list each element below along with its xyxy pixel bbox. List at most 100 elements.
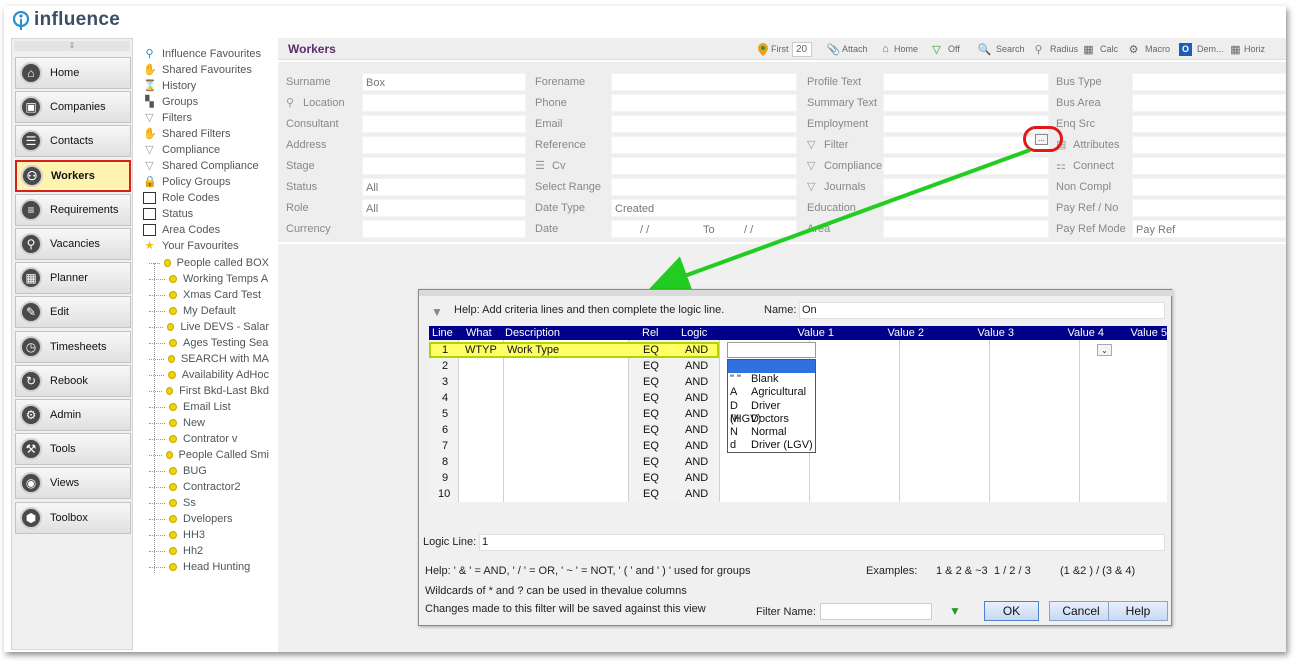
row-line-number[interactable]: 10 — [438, 486, 450, 502]
row-rel[interactable]: EQ — [643, 406, 659, 422]
field-input-email[interactable] — [611, 115, 797, 133]
dropdown-option[interactable]: A Agricultural — [730, 386, 814, 399]
field-input-forename[interactable] — [611, 73, 797, 91]
row-logic[interactable]: AND — [685, 406, 708, 422]
dem-button[interactable]: O Dem... — [1179, 40, 1224, 58]
tree-item[interactable]: ▚ Groups — [143, 94, 198, 110]
help-button[interactable]: Help — [1108, 601, 1168, 621]
field-input-summary-text[interactable] — [883, 94, 1049, 112]
favourite-item[interactable]: Contrator v — [149, 431, 269, 447]
column-header[interactable]: Value 5 — [1129, 326, 1168, 340]
dropdown-option[interactable]: N Normal — [730, 426, 814, 439]
tree-item[interactable]: ⌛ History — [143, 78, 196, 94]
field-input-phone[interactable] — [611, 94, 797, 112]
dropdown-option[interactable] — [730, 360, 814, 373]
row-logic[interactable]: AND — [685, 454, 708, 470]
favourite-item[interactable]: Hh2 — [149, 543, 269, 559]
row-line-number[interactable]: 4 — [442, 390, 448, 406]
date-from-input[interactable]: / / To / / — [611, 220, 797, 238]
tree-item[interactable]: ⚲ Influence Favourites — [143, 46, 261, 62]
tree-item[interactable]: ✋ Shared Filters — [143, 126, 230, 142]
nav-timesheets-button[interactable]: ◷ Timesheets — [15, 330, 131, 363]
field-input-pay-ref-no[interactable] — [1132, 199, 1286, 217]
favourite-item[interactable]: SEARCH with MA — [149, 351, 269, 367]
field-input-location[interactable] — [362, 94, 526, 112]
field-input-currency[interactable] — [362, 220, 526, 238]
filter-name-input[interactable] — [820, 603, 932, 620]
favourite-item[interactable]: Ss — [149, 495, 269, 511]
filter-off-button[interactable]: ▽ Off — [930, 40, 960, 58]
name-input[interactable]: On — [799, 302, 1165, 319]
row-rel[interactable]: EQ — [643, 374, 659, 390]
save-filter-icon[interactable]: ▼ — [949, 604, 961, 618]
nav-rebook-button[interactable]: ↻ Rebook — [15, 364, 131, 397]
field-input-profile-text[interactable] — [883, 73, 1049, 91]
field-input-employment[interactable] — [883, 115, 1049, 133]
row-what[interactable]: WTYP — [465, 342, 497, 358]
row-logic[interactable]: AND — [685, 470, 708, 486]
field-input-area[interactable] — [883, 220, 1049, 238]
radius-button[interactable]: ⚲ Radius — [1032, 40, 1078, 58]
nav-workers-button[interactable]: ⚇ Workers — [15, 159, 131, 192]
field-input-compliance[interactable] — [883, 157, 1049, 175]
nav-admin-button[interactable]: ⚙ Admin — [15, 399, 131, 431]
search-button[interactable]: 🔍 Search — [978, 40, 1025, 58]
field-input-address[interactable] — [362, 136, 526, 154]
field-input-journals[interactable] — [883, 178, 1049, 196]
favourite-item[interactable]: Head Hunting — [149, 559, 269, 575]
favourite-item[interactable]: My Default — [149, 303, 269, 319]
favourite-item[interactable]: Ages Testing Sea — [149, 335, 269, 351]
field-input-education[interactable] — [883, 199, 1049, 217]
row-logic[interactable]: AND — [685, 358, 708, 374]
favourite-item[interactable]: Availability AdHoc — [149, 367, 269, 383]
row-rel[interactable]: EQ — [643, 438, 659, 454]
row-logic[interactable]: AND — [685, 438, 708, 454]
column-header[interactable]: Value 1 — [769, 326, 835, 340]
row-rel[interactable]: EQ — [643, 486, 659, 502]
tree-item[interactable]: ☐ Status — [143, 206, 193, 222]
row-rel[interactable]: EQ — [643, 422, 659, 438]
row-line-number[interactable]: 5 — [442, 406, 448, 422]
nav-companies-button[interactable]: ▣ Companies — [15, 91, 131, 124]
row-rel[interactable]: EQ — [643, 470, 659, 486]
tree-item[interactable]: ☐ Area Codes — [143, 222, 220, 238]
nav-vacancies-button[interactable]: ⚲ Vacancies — [15, 228, 131, 260]
column-header[interactable]: Rel — [642, 326, 659, 340]
nav-requirements-button[interactable]: ≡ Requirements — [15, 193, 131, 226]
field-input-bus-type[interactable] — [1132, 73, 1286, 91]
tree-item[interactable]: 🔒 Policy Groups — [143, 174, 230, 190]
nav-tools-button[interactable]: ⚒ Tools — [15, 433, 131, 466]
attach-button[interactable]: 📎 Attach — [827, 40, 868, 58]
nav-toolbox-button[interactable]: ⬢ Toolbox — [15, 501, 131, 534]
row-rel[interactable]: EQ — [643, 358, 659, 374]
field-input-connect[interactable] — [1132, 157, 1286, 175]
nav-edit-button[interactable]: ✎ Edit — [15, 296, 131, 329]
row-line-number[interactable]: 1 — [442, 342, 448, 358]
tree-item[interactable]: ▽ Filters — [143, 110, 192, 126]
field-input-select-range[interactable] — [611, 178, 797, 196]
favourite-item[interactable]: Dvelopers — [149, 511, 269, 527]
tree-item[interactable]: ✋ Shared Favourites — [143, 62, 252, 78]
macro-button[interactable]: ⚙ Macro — [1127, 40, 1170, 58]
row-logic[interactable]: AND — [685, 390, 708, 406]
field-input-surname[interactable]: Box — [362, 73, 526, 91]
field-input-role[interactable]: All — [362, 199, 526, 217]
row-logic[interactable]: AND — [685, 374, 708, 390]
dropdown-option[interactable]: " " Blank — [730, 373, 814, 386]
row-description[interactable]: Work Type — [507, 342, 559, 358]
row-rel[interactable]: EQ — [643, 454, 659, 470]
row-line-number[interactable]: 2 — [442, 358, 448, 374]
field-input-pay-ref-mode[interactable]: Pay Ref — [1132, 220, 1286, 238]
favourite-item[interactable]: BUG — [149, 463, 269, 479]
calc-button[interactable]: ▦ Calc — [1082, 40, 1118, 58]
nav-planner-button[interactable]: ▦ Planner — [15, 262, 131, 295]
favourite-item[interactable]: Live DEVS - Salar — [149, 319, 269, 335]
horiz-button[interactable]: ▦ Horiz — [1229, 40, 1265, 58]
field-input-status[interactable]: All — [362, 178, 526, 196]
favourite-item[interactable]: Xmas Card Test — [149, 287, 269, 303]
home-button[interactable]: ⌂ Home — [879, 40, 918, 58]
attributes-ellipsis-button[interactable]: ... — [1035, 134, 1048, 145]
cancel-button[interactable]: Cancel — [1049, 601, 1113, 621]
column-header[interactable]: Line — [432, 326, 453, 340]
field-input-non-compl[interactable] — [1132, 178, 1286, 196]
